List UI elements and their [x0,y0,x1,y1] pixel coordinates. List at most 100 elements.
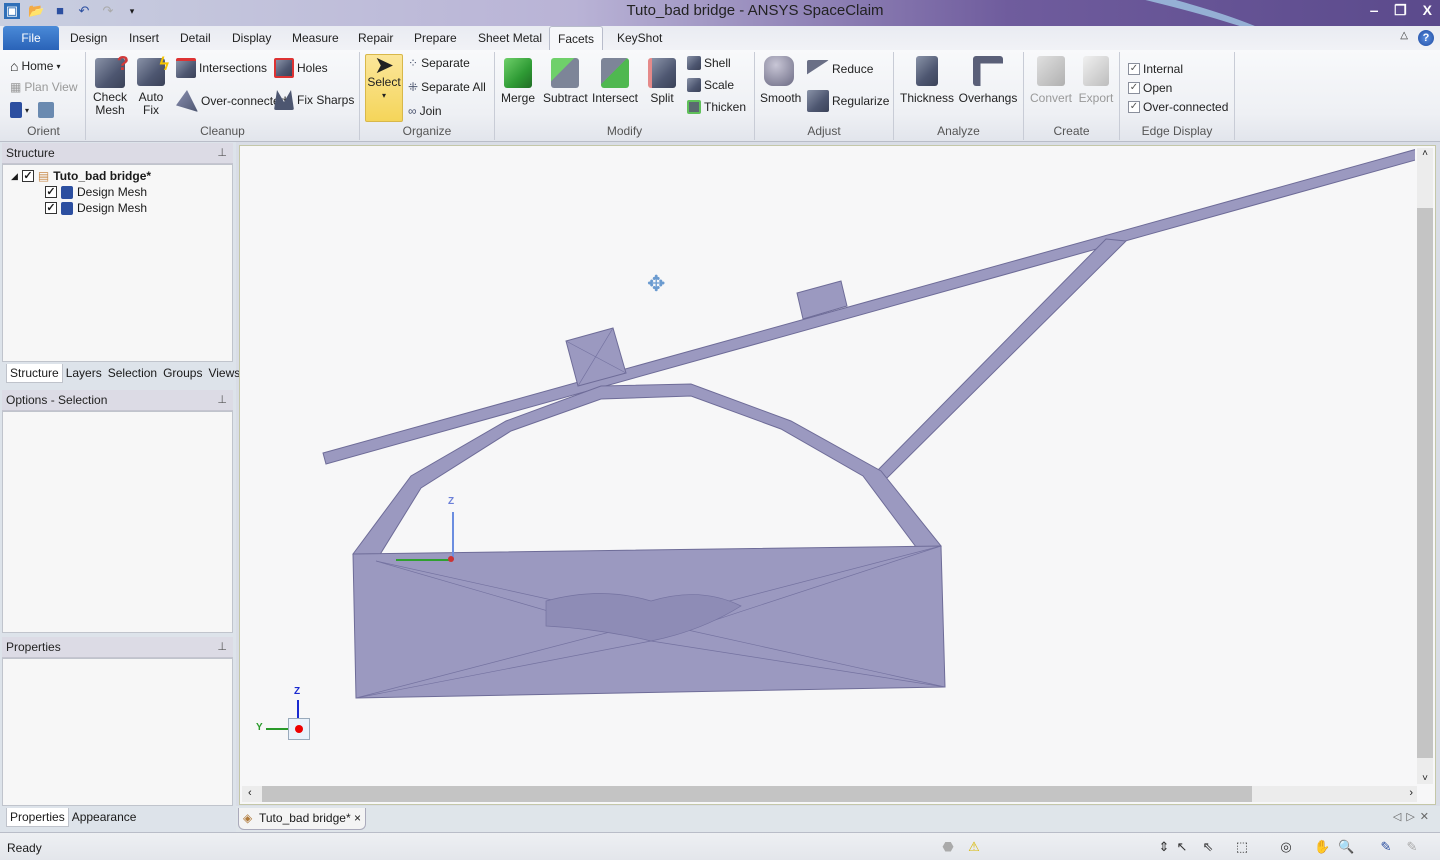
tab-display[interactable]: Display [224,26,279,50]
holes-button[interactable]: Holes [274,58,328,78]
group-cleanup: ? Check Mesh ϟ Auto Fix Intersections Over… [86,52,360,140]
tab-structure[interactable]: Structure [6,364,63,383]
root-checkbox[interactable]: ✓ [21,170,34,182]
smooth-icon [764,56,794,86]
tab-facets[interactable]: Facets [549,26,604,51]
horizontal-scrollbar[interactable]: ‹ › [242,786,1417,802]
separate-button[interactable]: ⁘ Separate [408,56,470,70]
close-button[interactable]: X [1423,2,1432,19]
subtract-button[interactable]: Subtract [543,58,588,105]
tab-nav-controls[interactable]: ◁▷✕ [1393,810,1434,823]
warning-icon[interactable]: ⚠ [966,839,982,855]
pan-icon[interactable]: ✋ [1314,839,1330,855]
group-analyze: Thickness Overhangs Analyze [894,52,1024,140]
tree-root[interactable]: ◢ ✓ ▤ Tuto_bad bridge* [11,169,151,183]
fix-sharps-button[interactable]: Fix Sharps [274,90,354,110]
thicken-button[interactable]: Thicken [687,100,746,114]
convert-button[interactable]: Convert [1030,56,1072,105]
spin-icon[interactable]: ⇕ [1156,839,1172,855]
internal-checkbox[interactable]: ✓ Internal [1128,62,1183,76]
over-connected-checkbox[interactable]: ✓ Over-connected [1128,100,1228,114]
close-tab-icon[interactable]: × [354,811,361,825]
scroll-up-icon[interactable]: ˄ [1417,148,1433,159]
tab-prepare[interactable]: Prepare [406,26,465,50]
select-tool-icon[interactable]: ↖ [1174,839,1190,855]
scroll-down-icon[interactable]: ˅ [1417,773,1433,784]
vertical-scroll-thumb[interactable] [1417,208,1433,758]
intersections-button[interactable]: Intersections [176,58,267,78]
zoom-extents-icon [38,102,55,118]
document-icon: ▤ [37,169,50,183]
auto-fix-button[interactable]: ϟ Auto Fix [136,55,169,117]
pen-icon[interactable]: ✎ [1378,839,1394,855]
create-label: Create [1053,124,1090,138]
scale-button[interactable]: Scale [687,78,734,92]
pen-disabled-icon[interactable]: ✎ [1404,839,1420,855]
overhangs-button[interactable]: Overhangs [958,56,1018,105]
restore-button[interactable]: ❐ [1394,2,1407,19]
stop-icon[interactable]: ⬣ [940,839,956,855]
move-cursor-icon: ✥ [647,271,666,296]
tab-file[interactable]: File [3,26,59,50]
thickness-button[interactable]: Thickness [900,56,954,105]
regularize-button[interactable]: Regularize [807,90,889,112]
smooth-button[interactable]: Smooth [760,56,801,105]
document-tab[interactable]: ◈ Tuto_bad bridge* × [238,808,366,830]
intersect-button[interactable]: Intersect [592,58,638,105]
pin-icon[interactable]: ⊥ [217,390,227,411]
pointer-icon[interactable]: ⇖ [1200,839,1216,855]
view-cube-button[interactable]: ▾ [10,102,55,118]
ribbon: ⌂ Home ▾ ▦ Plan View ▾ Orient ? Check Mesh ϟ… [0,50,1440,142]
orbit-icon[interactable]: ◎ [1278,839,1294,855]
shell-icon [687,56,701,70]
check-mesh-button[interactable]: ? Check Mesh [92,54,129,117]
merge-button[interactable]: Merge [501,58,535,105]
horizontal-scroll-thumb[interactable] [262,786,1252,802]
export-button[interactable]: Export [1076,56,1116,105]
tab-sheet-metal[interactable]: Sheet Metal [470,26,550,50]
tab-views[interactable]: Views [205,364,243,383]
item-checkbox[interactable]: ✓ [45,202,57,214]
tab-selection[interactable]: Selection [105,364,160,383]
pin-icon[interactable]: ⊥ [217,637,227,658]
tab-appearance[interactable]: Appearance [69,808,140,827]
scroll-left-icon[interactable]: ‹ [248,787,252,799]
expand-icon[interactable]: ◢ [11,171,18,182]
select-button[interactable]: ➤ Select ▾ [365,54,403,122]
tab-measure[interactable]: Measure [284,26,347,50]
box-select-icon[interactable]: ⬚ [1234,839,1250,855]
export-icon [1083,56,1109,86]
view-triad[interactable]: Z Y [254,686,314,746]
pin-icon[interactable]: ⊥ [217,143,227,164]
plan-view-button[interactable]: ▦ Plan View [10,80,78,94]
organize-label: Organize [402,124,452,138]
zoom-icon[interactable]: 🔍 [1338,839,1354,855]
help-icon[interactable]: ? [1418,30,1434,46]
tab-properties[interactable]: Properties [6,808,69,827]
home-button[interactable]: ⌂ Home ▾ [10,58,61,74]
tree-item-design-mesh[interactable]: ✓ Design Mesh [45,185,147,199]
3d-viewport[interactable]: ✥ Z Z Y ˄ ˅ ‹ › [239,145,1436,805]
bridge-mesh[interactable] [240,146,1415,786]
over-connected-button[interactable]: Over-connected [176,90,286,112]
structure-tabs: Structure Layers Selection Groups Views [6,364,243,383]
scroll-right-icon[interactable]: › [1409,787,1413,799]
collapse-ribbon-icon[interactable]: △ [1400,30,1408,41]
tab-detail[interactable]: Detail [172,26,219,50]
tab-groups[interactable]: Groups [160,364,205,383]
item-checkbox[interactable]: ✓ [45,186,57,198]
separate-all-button[interactable]: ⁜ Separate All [408,80,486,94]
tab-insert[interactable]: Insert [121,26,167,50]
tree-item-design-mesh[interactable]: ✓ Design Mesh [45,201,147,215]
open-checkbox[interactable]: ✓ Open [1128,81,1172,95]
minimize-button[interactable]: ‒ [1370,2,1378,19]
shell-button[interactable]: Shell [687,56,731,70]
join-button[interactable]: ∞ Join [408,104,442,118]
reduce-button[interactable]: Reduce [807,60,873,78]
vertical-scrollbar[interactable]: ˄ ˅ [1417,148,1433,784]
tab-design[interactable]: Design [62,26,115,50]
split-button[interactable]: Split [645,58,679,105]
tab-layers[interactable]: Layers [63,364,105,383]
tab-keyshot[interactable]: KeyShot [609,26,670,50]
tab-repair[interactable]: Repair [350,26,401,50]
